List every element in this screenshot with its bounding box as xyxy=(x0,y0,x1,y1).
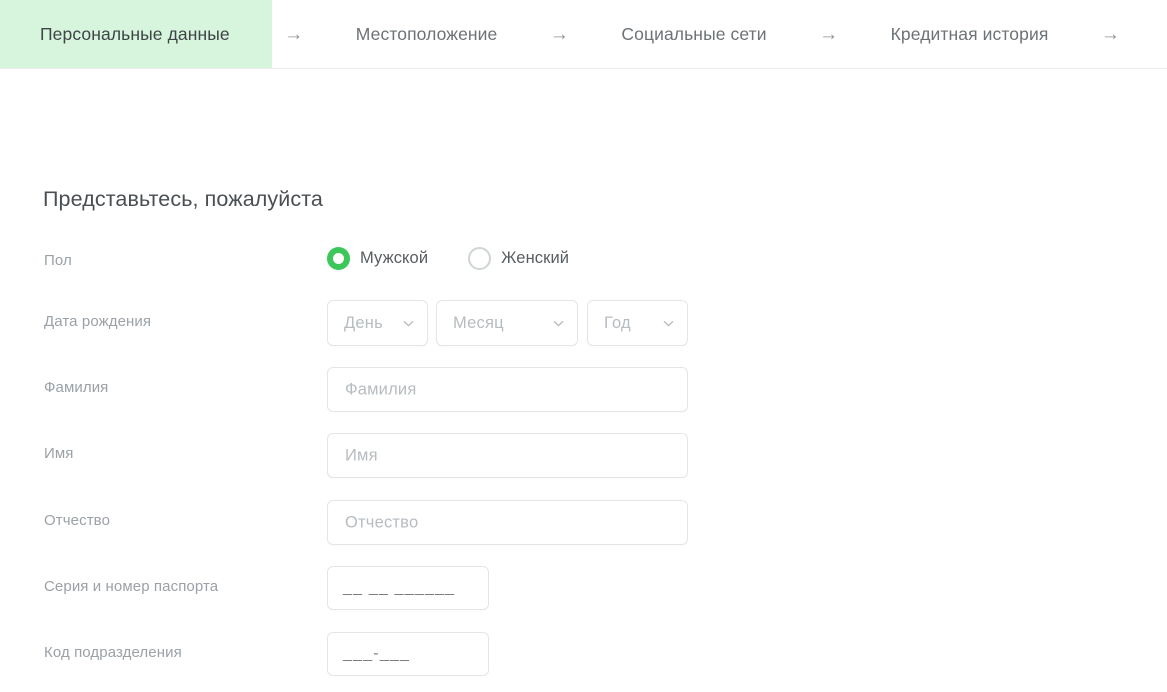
step-arrow-icon-3: → xyxy=(819,23,839,45)
step-navigation-track: Персональные данные → Местоположение → С… xyxy=(0,0,1167,68)
radio-checked-icon[interactable] xyxy=(327,247,350,270)
firstname-label: Имя xyxy=(44,445,74,462)
department-code-placeholder: ___-___ xyxy=(343,645,411,662)
radio-unchecked-icon[interactable] xyxy=(468,247,492,270)
step-personal-data[interactable]: Персональные данные xyxy=(0,0,272,68)
step-decision-label: Решение xyxy=(1132,0,1167,68)
step-location-label: Местоположение xyxy=(355,23,498,44)
birth-year-value: Год xyxy=(604,313,631,332)
step-social-networks[interactable]: Социальные сети xyxy=(581,0,806,68)
step-arrow-icon-1: → xyxy=(284,23,304,45)
firstname-input[interactable]: Имя xyxy=(327,433,688,478)
passport-placeholder: __ __ ______ xyxy=(343,579,456,596)
step-personal-data-label: Персональные данные xyxy=(40,23,230,44)
step-arrow-icon-4: → xyxy=(1100,23,1120,45)
gender-option-male[interactable]: Мужской xyxy=(327,247,428,270)
department-code-label: Код подразделения xyxy=(44,644,182,661)
middlename-placeholder: Отчество xyxy=(345,513,419,531)
step-social-networks-label: Социальные сети xyxy=(621,23,767,44)
birth-year-select[interactable]: Год xyxy=(587,300,688,346)
passport-label: Серия и номер паспорта xyxy=(44,578,219,595)
step-arrow-icon-2: → xyxy=(549,23,569,45)
step-decision[interactable]: Решение xyxy=(1132,0,1167,68)
lastname-label: Фамилия xyxy=(44,379,109,396)
chevron-down-icon xyxy=(552,317,565,330)
step-credit-history-label: Кредитная история xyxy=(890,23,1049,44)
chevron-down-icon xyxy=(662,317,675,330)
gender-option-female-label: Женский xyxy=(501,249,570,267)
gender-option-female[interactable]: Женский xyxy=(468,247,569,270)
lastname-input[interactable]: Фамилия xyxy=(327,367,688,412)
gender-option-male-label: Мужской xyxy=(360,249,429,267)
lastname-placeholder: Фамилия xyxy=(345,380,417,398)
middlename-label: Отчество xyxy=(44,512,111,529)
chevron-down-icon xyxy=(402,317,415,330)
gender-label: Пол xyxy=(44,252,72,269)
department-code-input[interactable]: ___-___ xyxy=(327,632,489,676)
page-title: Представьтесь, пожалуйста xyxy=(43,187,323,211)
birth-day-select[interactable]: День xyxy=(327,300,428,346)
firstname-placeholder: Имя xyxy=(345,446,378,464)
middlename-input[interactable]: Отчество xyxy=(327,500,688,545)
step-location[interactable]: Местоположение xyxy=(316,0,538,68)
birth-day-value: День xyxy=(344,313,383,332)
birth-month-select[interactable]: Месяц xyxy=(436,300,578,346)
birth-month-value: Месяц xyxy=(453,313,504,332)
passport-input[interactable]: __ __ ______ xyxy=(327,566,489,610)
birthdate-label: Дата рождения xyxy=(44,313,152,330)
step-credit-history[interactable]: Кредитная история xyxy=(851,0,1089,68)
step-navigation: Персональные данные → Местоположение → С… xyxy=(0,0,1167,69)
gender-radio-group[interactable]: Мужской Женский xyxy=(327,247,609,270)
